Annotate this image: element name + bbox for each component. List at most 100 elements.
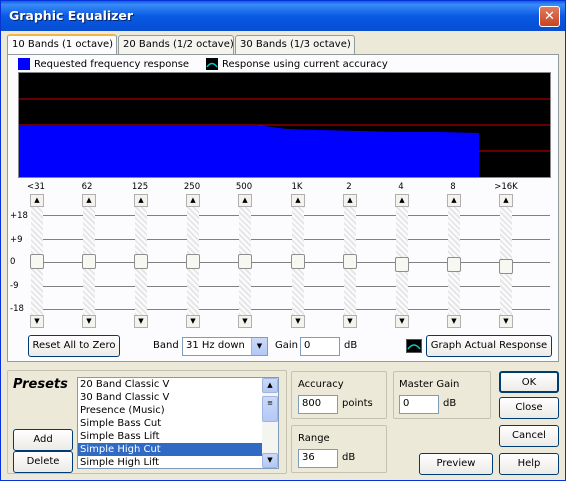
slider-down-icon[interactable]: ▼: [238, 315, 252, 328]
band-select-value: 31 Hz down: [186, 340, 245, 351]
gain-label: Gain: [275, 340, 298, 351]
presets-list-items: 20 Band Classic V 30 Band Classic V Presen…: [78, 378, 278, 468]
slider-up-icon[interactable]: ▲: [134, 194, 148, 207]
band-label-250: 250: [183, 182, 201, 192]
slider-thumb[interactable]: [499, 258, 513, 274]
list-item[interactable]: Simple Bass Cut: [78, 417, 278, 430]
presets-list[interactable]: 20 Band Classic V 30 Band Classic V Presen…: [77, 377, 279, 469]
close-button[interactable]: Close: [499, 397, 559, 419]
master-gain-unit: dB: [443, 398, 457, 409]
band-label-500: 500: [235, 182, 253, 192]
range-label: Range: [298, 433, 330, 444]
scroll-thumb[interactable]: ≡: [262, 396, 278, 422]
ok-button[interactable]: OK: [499, 371, 559, 393]
band-slider[interactable]: ▲ ▼: [238, 194, 252, 328]
legend-current: Response using current accuracy: [206, 57, 388, 71]
slider-up-icon[interactable]: ▲: [499, 194, 513, 207]
band-label-1k: 1K: [291, 182, 303, 192]
preview-button[interactable]: Preview: [419, 453, 493, 475]
reset-all-button[interactable]: Reset All to Zero: [28, 335, 120, 357]
presets-title: Presets: [13, 377, 68, 392]
tab-10-bands[interactable]: 10 Bands (1 octave): [7, 34, 117, 56]
list-item[interactable]: Presence (Music): [78, 404, 278, 417]
band-label: Band: [153, 340, 179, 351]
slider-up-icon[interactable]: ▲: [30, 194, 44, 207]
tab-panel: Requested frequency response Response us…: [7, 54, 559, 362]
cancel-button[interactable]: Cancel: [499, 425, 559, 447]
delete-preset-button[interactable]: Delete: [13, 451, 73, 473]
graph-actual-response-button[interactable]: Graph Actual Response: [426, 335, 552, 357]
band-slider[interactable]: ▲ ▼: [134, 194, 148, 328]
legend-requested: Requested frequency response: [18, 57, 189, 71]
tab-20-bands[interactable]: 20 Bands (1/2 octave): [118, 35, 234, 55]
slider-up-icon[interactable]: ▲: [395, 194, 409, 207]
scale-label-minus18: -18: [10, 304, 24, 314]
range-unit: dB: [342, 452, 356, 463]
slider-up-icon[interactable]: ▲: [291, 194, 305, 207]
band-select[interactable]: 31 Hz down ▼: [182, 337, 268, 356]
accuracy-input[interactable]: 800: [298, 395, 338, 414]
range-input[interactable]: 36: [298, 449, 338, 468]
scroll-down-icon[interactable]: ▼: [262, 453, 278, 468]
band-slider[interactable]: ▲ ▼: [186, 194, 200, 328]
close-window-button[interactable]: ✕: [539, 6, 560, 27]
master-gain-input[interactable]: 0: [399, 395, 439, 414]
band-slider[interactable]: ▲ ▼: [499, 194, 513, 328]
slider-thumb[interactable]: [134, 253, 148, 269]
slider-down-icon[interactable]: ▼: [82, 315, 96, 328]
title-bar[interactable]: Graphic Equalizer ✕: [1, 1, 565, 31]
slider-thumb[interactable]: [82, 253, 96, 269]
slider-down-icon[interactable]: ▼: [134, 315, 148, 328]
slider-down-icon[interactable]: ▼: [499, 315, 513, 328]
list-item[interactable]: 30 Band Classic V: [78, 391, 278, 404]
requested-swatch: [18, 58, 30, 70]
chevron-down-icon[interactable]: ▼: [251, 338, 267, 355]
help-button[interactable]: Help: [499, 453, 559, 475]
response-graph: [18, 72, 551, 178]
master-gain-label: Master Gain: [399, 379, 460, 390]
list-item[interactable]: Simple Bass Lift: [78, 430, 278, 443]
gain-input[interactable]: 0: [300, 337, 340, 356]
scale-label-plus9: +9: [10, 235, 23, 245]
presets-scrollbar[interactable]: ▲ ≡ ▼: [262, 378, 278, 468]
slider-up-icon[interactable]: ▲: [82, 194, 96, 207]
close-icon: ✕: [544, 9, 555, 24]
list-item[interactable]: 20 Band Classic V: [78, 378, 278, 391]
slider-down-icon[interactable]: ▼: [186, 315, 200, 328]
slider-down-icon[interactable]: ▼: [343, 315, 357, 328]
slider-down-icon[interactable]: ▼: [447, 315, 461, 328]
band-slider[interactable]: ▲ ▼: [30, 194, 44, 328]
slider-thumb[interactable]: [447, 257, 461, 273]
slider-thumb[interactable]: [30, 253, 44, 269]
slider-up-icon[interactable]: ▲: [447, 194, 461, 207]
add-preset-button[interactable]: Add: [13, 429, 73, 451]
legend-requested-label: Requested frequency response: [34, 58, 190, 70]
slider-down-icon[interactable]: ▼: [395, 315, 409, 328]
slider-down-icon[interactable]: ▼: [30, 315, 44, 328]
response-graph-svg: [19, 98, 550, 177]
band-slider[interactable]: ▲ ▼: [395, 194, 409, 328]
slider-thumb[interactable]: [291, 253, 305, 269]
band-slider[interactable]: ▲ ▼: [343, 194, 357, 328]
tab-30-bands[interactable]: 30 Bands (1/3 octave): [235, 35, 355, 55]
slider-thumb[interactable]: [238, 253, 252, 269]
slider-thumb[interactable]: [395, 257, 409, 273]
accuracy-label: Accuracy: [298, 379, 344, 390]
scale-label-plus18: +18: [10, 211, 28, 221]
scroll-up-icon[interactable]: ▲: [262, 378, 278, 393]
list-item[interactable]: Simple High Lift: [78, 456, 278, 468]
list-item[interactable]: Simple High Cut: [78, 443, 278, 456]
slider-down-icon[interactable]: ▼: [291, 315, 305, 328]
window-title: Graphic Equalizer: [9, 8, 134, 23]
band-label-4k: 4: [398, 182, 404, 192]
slider-up-icon[interactable]: ▲: [186, 194, 200, 207]
band-slider[interactable]: ▲ ▼: [82, 194, 96, 328]
slider-up-icon[interactable]: ▲: [343, 194, 357, 207]
slider-thumb[interactable]: [343, 253, 357, 269]
slider-up-icon[interactable]: ▲: [238, 194, 252, 207]
gain-unit: dB: [344, 340, 358, 351]
slider-thumb[interactable]: [186, 253, 200, 269]
band-slider[interactable]: ▲ ▼: [447, 194, 461, 328]
band-label-2k: 2: [346, 182, 352, 192]
band-slider[interactable]: ▲ ▼: [291, 194, 305, 328]
